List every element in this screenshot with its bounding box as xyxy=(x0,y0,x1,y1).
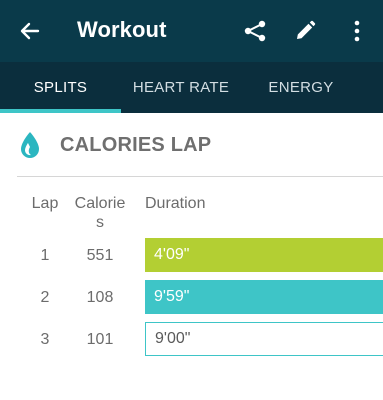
section-title: CALORIES LAP xyxy=(60,134,212,156)
more-options-button[interactable] xyxy=(342,16,372,46)
column-header-calories-line2: s xyxy=(96,214,104,231)
tab-splits[interactable]: SPLITS xyxy=(0,62,121,113)
pencil-icon xyxy=(297,20,316,39)
row-1-duration: 4'09" xyxy=(154,246,190,263)
column-header-calories-line1: Calorie xyxy=(74,195,126,212)
row-1-lap: 1 xyxy=(40,247,50,264)
tab-heart-rate[interactable]: HEART RATE xyxy=(121,62,241,113)
divider xyxy=(17,176,383,177)
column-header-calories: Calorie s xyxy=(70,194,130,232)
calories-lap-header: CALORIES LAP xyxy=(0,113,383,177)
page-title: Workout xyxy=(77,17,167,42)
row-3-duration-bar: 9'00" xyxy=(145,322,383,356)
edit-button[interactable] xyxy=(290,16,320,46)
arrow-left-icon xyxy=(20,22,40,40)
column-header-duration: Duration xyxy=(145,195,206,212)
tab-bar: SPLITS HEART RATE ENERGY xyxy=(0,62,383,113)
row-3-calories: 101 xyxy=(86,331,114,348)
more-vert-icon xyxy=(354,20,360,42)
column-header-lap: Lap xyxy=(31,195,59,212)
row-2-calories: 108 xyxy=(86,289,114,306)
row-2-lap: 2 xyxy=(40,289,50,306)
row-1-calories: 551 xyxy=(86,247,114,264)
row-1-duration-bar: 4'09" xyxy=(145,238,383,272)
share-button[interactable] xyxy=(240,16,270,46)
row-2-duration: 9'59" xyxy=(154,288,190,305)
app-bar: Workout xyxy=(0,0,383,62)
row-2-duration-bar: 9'59" xyxy=(145,280,383,314)
share-icon xyxy=(244,20,266,42)
row-3-lap: 3 xyxy=(40,331,50,348)
row-3-duration: 9'00" xyxy=(155,330,191,347)
tab-energy[interactable]: ENERGY xyxy=(241,62,361,113)
back-button[interactable] xyxy=(15,16,45,46)
flame-drop-icon xyxy=(21,132,39,158)
